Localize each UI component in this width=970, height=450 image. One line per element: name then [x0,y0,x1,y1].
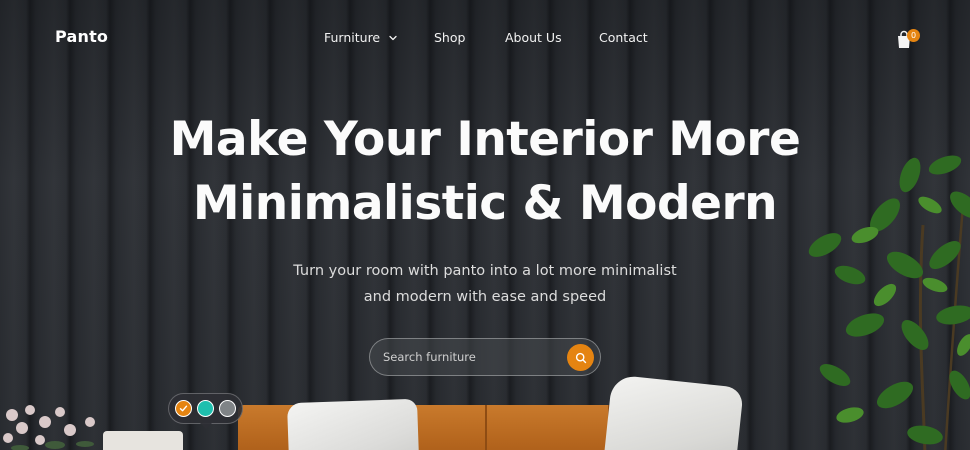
main-nav: Furniture Shop About Us Contact [324,30,679,45]
search-button[interactable] [567,344,594,371]
hero-subtitle: Turn your room with panto into a lot mor… [0,258,970,310]
sofa-image [238,374,744,450]
lamp-image [103,431,183,450]
chevron-down-icon [389,35,397,40]
nav-item-label: Shop [434,30,466,45]
color-swatch-teal[interactable] [197,400,214,417]
hero-title-line-2: Minimalistic & Modern [192,176,778,231]
nav-item-shop[interactable]: Shop [434,30,505,45]
nav-item-about-us[interactable]: About Us [505,30,599,45]
color-swatch-orange[interactable] [175,400,192,417]
hero-subtitle-line-2: and modern with ease and speed [363,289,607,305]
flowers-image [3,405,95,450]
cart-count-badge: 0 [907,29,920,42]
nav-item-contact[interactable]: Contact [599,30,679,45]
color-picker [168,393,243,429]
pillow-left [286,398,420,450]
nav-item-furniture[interactable]: Furniture [324,30,434,45]
color-swatch-gray[interactable] [219,400,236,417]
hero-subtitle-line-1: Turn your room with panto into a lot mor… [293,263,677,279]
search-bar [369,338,601,376]
color-picker-pointer [200,423,212,429]
nav-item-label: Furniture [324,30,381,45]
nav-item-label: Contact [599,30,648,45]
hero-title-line-1: Make Your Interior More [169,112,801,167]
search-input[interactable] [383,350,553,364]
search-icon [575,352,586,363]
brand-logo[interactable]: Panto [55,27,108,46]
sofa-seam [485,405,487,450]
cart-button[interactable]: 0 [895,28,921,50]
hero-title: Make Your Interior More Minimalistic & M… [0,108,970,236]
nav-item-label: About Us [505,30,562,45]
check-icon [179,405,188,412]
pillow-right [604,374,744,450]
